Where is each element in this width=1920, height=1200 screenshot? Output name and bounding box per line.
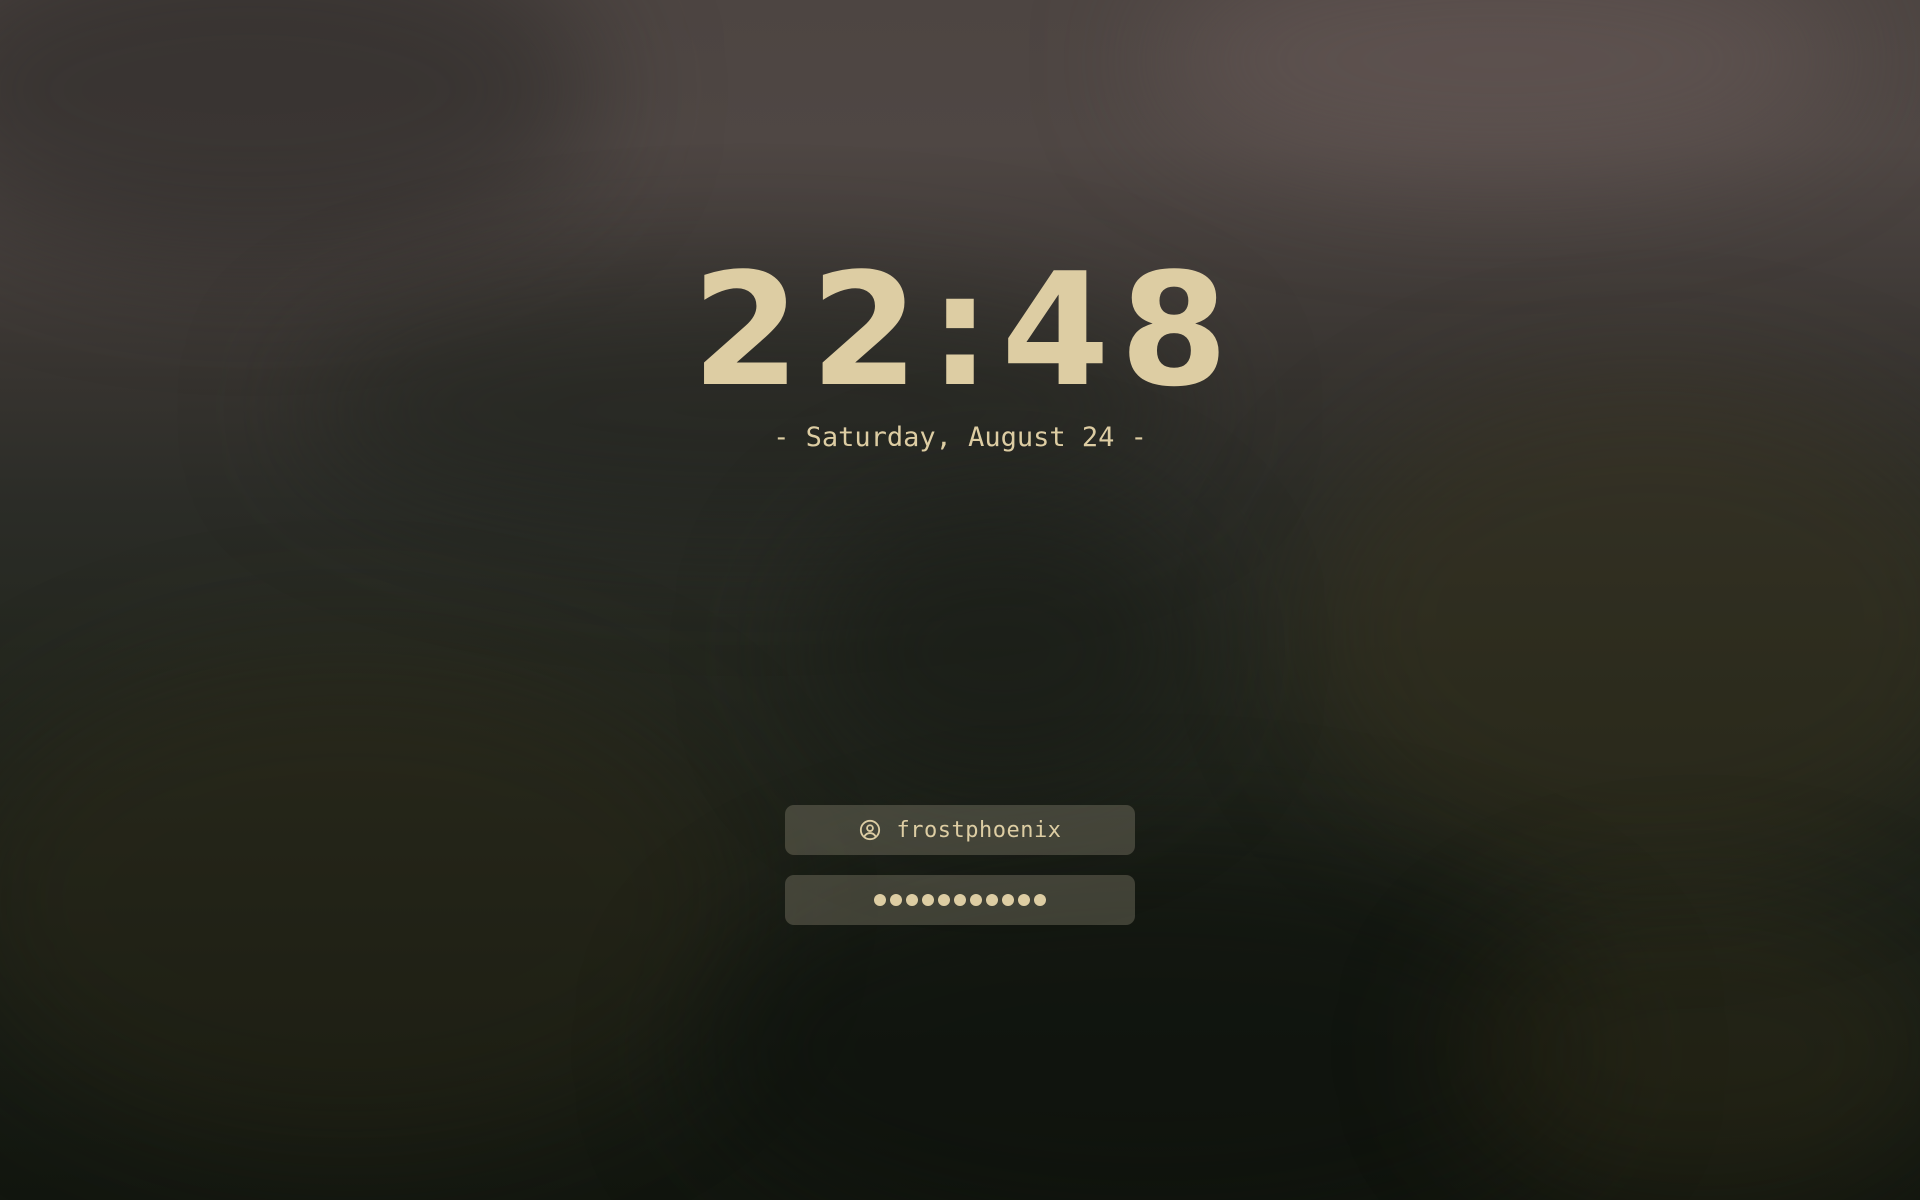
password-dot xyxy=(890,894,902,906)
clock-time: 22:48 xyxy=(691,239,1239,421)
password-dot xyxy=(1002,894,1014,906)
password-input[interactable] xyxy=(785,875,1135,925)
password-dot xyxy=(954,894,966,906)
password-dot xyxy=(874,894,886,906)
password-dot xyxy=(986,894,998,906)
user-circle-icon xyxy=(859,819,881,841)
password-dot xyxy=(1034,894,1046,906)
password-dot xyxy=(906,894,918,906)
password-dot xyxy=(1018,894,1030,906)
password-dot xyxy=(970,894,982,906)
password-mask xyxy=(874,894,1046,906)
wallpaper-background xyxy=(0,0,1920,1200)
username-field[interactable]: frostphoenix xyxy=(785,805,1135,855)
clock-date: - Saturday, August 24 - xyxy=(773,422,1147,453)
password-dot xyxy=(922,894,934,906)
password-dot xyxy=(938,894,950,906)
username-label: frostphoenix xyxy=(896,817,1062,843)
